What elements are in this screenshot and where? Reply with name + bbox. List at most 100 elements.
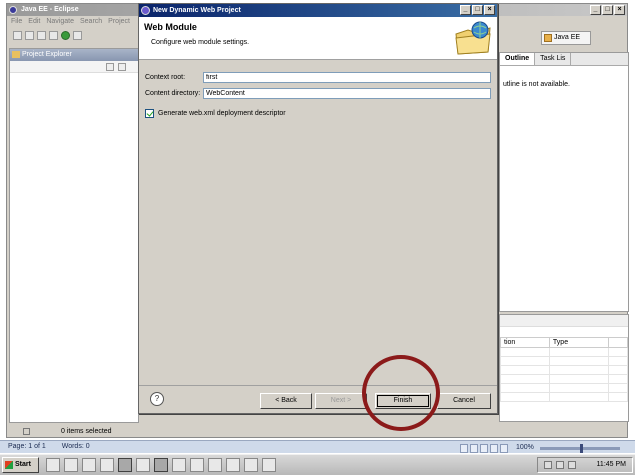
problems-panel: tion Type — [499, 314, 629, 422]
column-header-type[interactable]: Type — [548, 337, 610, 348]
menu-navigate[interactable]: Navigate — [46, 16, 74, 27]
context-root-input[interactable] — [203, 71, 491, 83]
print-layout-icon[interactable] — [460, 443, 468, 453]
project-explorer-panel: Project Explorer — [9, 48, 139, 423]
print-icon[interactable] — [37, 30, 46, 40]
column-header-location[interactable]: tion — [500, 337, 550, 348]
eclipse-maximize-button[interactable]: □ — [602, 5, 613, 15]
context-root-label: Context root: — [145, 73, 186, 81]
generate-web-xml-row: Generate web.xml deployment descriptor — [145, 109, 491, 118]
word-icon[interactable] — [262, 458, 276, 472]
new-icon[interactable] — [13, 30, 22, 40]
app-icon[interactable] — [244, 458, 258, 472]
eclipse-status-bar: 0 items selected — [9, 425, 625, 438]
app-icon[interactable] — [172, 458, 186, 472]
content-directory-label: Content directory: — [145, 89, 201, 97]
context-root-row: Context root: — [145, 70, 491, 84]
content-directory-input[interactable] — [203, 87, 491, 99]
link-editor-icon[interactable] — [118, 63, 126, 71]
outline-tab-strip: Outline Task Lis — [500, 53, 628, 66]
web-layout-icon[interactable] — [480, 443, 488, 453]
table-row — [500, 392, 628, 402]
table-row — [500, 347, 628, 357]
app-icon[interactable] — [100, 458, 114, 472]
view-controls: 100% — [460, 442, 620, 454]
generate-web-xml-label[interactable]: Generate web.xml deployment descriptor — [158, 110, 286, 117]
table-row — [500, 365, 628, 375]
tab-project-explorer[interactable]: Project Explorer — [10, 49, 138, 61]
menu-file[interactable]: File — [11, 16, 22, 27]
network-icon[interactable] — [544, 461, 552, 469]
app-icon[interactable] — [226, 458, 240, 472]
security-icon[interactable] — [568, 461, 576, 469]
menu-search[interactable]: Search — [80, 16, 102, 27]
outline-view-icon[interactable] — [490, 443, 498, 453]
eclipse-title: Java EE - Eclipse — [21, 6, 79, 13]
page-indicator[interactable]: Page: 1 of 1 — [8, 441, 46, 453]
dialog-title-bar: New Dynamic Web Project _ □ × — [139, 4, 497, 17]
app-icon[interactable] — [136, 458, 150, 472]
start-button[interactable]: Start — [2, 457, 39, 473]
eclipse-close-button[interactable]: × — [614, 5, 625, 15]
status-icon — [23, 428, 30, 435]
dialog-button-bar: ? < Back Next > Finish Cancel — [139, 385, 497, 413]
full-screen-reading-icon[interactable] — [470, 443, 478, 453]
word-status-bar: Page: 1 of 1 Words: 0 100% — [0, 440, 635, 453]
run-icon[interactable] — [61, 30, 70, 40]
new-dynamic-web-project-dialog: New Dynamic Web Project _ □ × Web Module… — [138, 3, 498, 414]
save-icon[interactable] — [25, 30, 34, 40]
outline-message: utline is not available. — [503, 81, 570, 88]
system-tray: 11:45 PM — [537, 457, 633, 473]
dialog-header: Web Module Configure web module settings… — [139, 17, 497, 60]
java-ee-perspective-icon — [544, 34, 552, 42]
eclipse-task-icon[interactable] — [118, 458, 132, 472]
finish-button[interactable]: Finish — [375, 393, 431, 409]
generate-web-xml-checkbox[interactable] — [145, 109, 154, 118]
word-count[interactable]: Words: 0 — [62, 441, 90, 453]
dialog-minimize-button[interactable]: _ — [460, 5, 471, 15]
tab-task-list[interactable]: Task Lis — [535, 53, 572, 65]
folder-icon — [12, 51, 20, 58]
eclipse-app-icon — [9, 6, 17, 14]
app-icon[interactable] — [208, 458, 222, 472]
collapse-all-icon[interactable] — [106, 63, 114, 71]
app-icon[interactable] — [154, 458, 168, 472]
menu-project[interactable]: Project — [108, 16, 130, 27]
external-tools-icon[interactable] — [73, 30, 82, 40]
web-module-form: Context root: Content directory: Generat… — [139, 60, 497, 118]
dialog-title: New Dynamic Web Project — [153, 7, 241, 14]
dialog-close-button[interactable]: × — [484, 5, 495, 15]
app-icon[interactable] — [82, 458, 96, 472]
back-button[interactable]: < Back — [260, 393, 312, 409]
web-project-folder-icon — [455, 21, 491, 55]
quick-launch — [46, 458, 276, 472]
zoom-slider[interactable] — [539, 443, 620, 453]
menu-edit[interactable]: Edit — [28, 16, 40, 27]
ie-icon[interactable] — [46, 458, 60, 472]
next-button[interactable]: Next > — [315, 393, 367, 409]
windows-logo-icon — [5, 461, 13, 469]
problems-table: tion Type — [500, 337, 628, 402]
taskbar: Start 11:45 PM — [0, 454, 635, 475]
column-header-empty — [608, 337, 628, 348]
draft-view-icon[interactable] — [500, 443, 508, 453]
zoom-level[interactable]: 100% — [516, 442, 534, 454]
table-row — [500, 383, 628, 393]
volume-icon[interactable] — [556, 461, 564, 469]
tab-outline[interactable]: Outline — [500, 53, 536, 65]
cancel-button[interactable]: Cancel — [437, 393, 491, 409]
dialog-maximize-button[interactable]: □ — [472, 5, 483, 15]
problems-toolbar — [500, 315, 628, 327]
firefox-icon[interactable] — [64, 458, 78, 472]
help-button[interactable]: ? — [150, 392, 164, 406]
project-explorer-toolbar — [10, 61, 138, 73]
app-icon[interactable] — [190, 458, 204, 472]
perspective-java-ee[interactable]: Java EE — [541, 31, 591, 45]
eclipse-minimize-button[interactable]: _ — [590, 5, 601, 15]
clock[interactable]: 11:45 PM — [597, 461, 626, 468]
debug-icon[interactable] — [49, 30, 58, 40]
content-directory-row: Content directory: — [145, 86, 491, 100]
page-description: Configure web module settings. — [151, 39, 250, 46]
table-row — [500, 356, 628, 366]
status-text: 0 items selected — [61, 428, 112, 435]
